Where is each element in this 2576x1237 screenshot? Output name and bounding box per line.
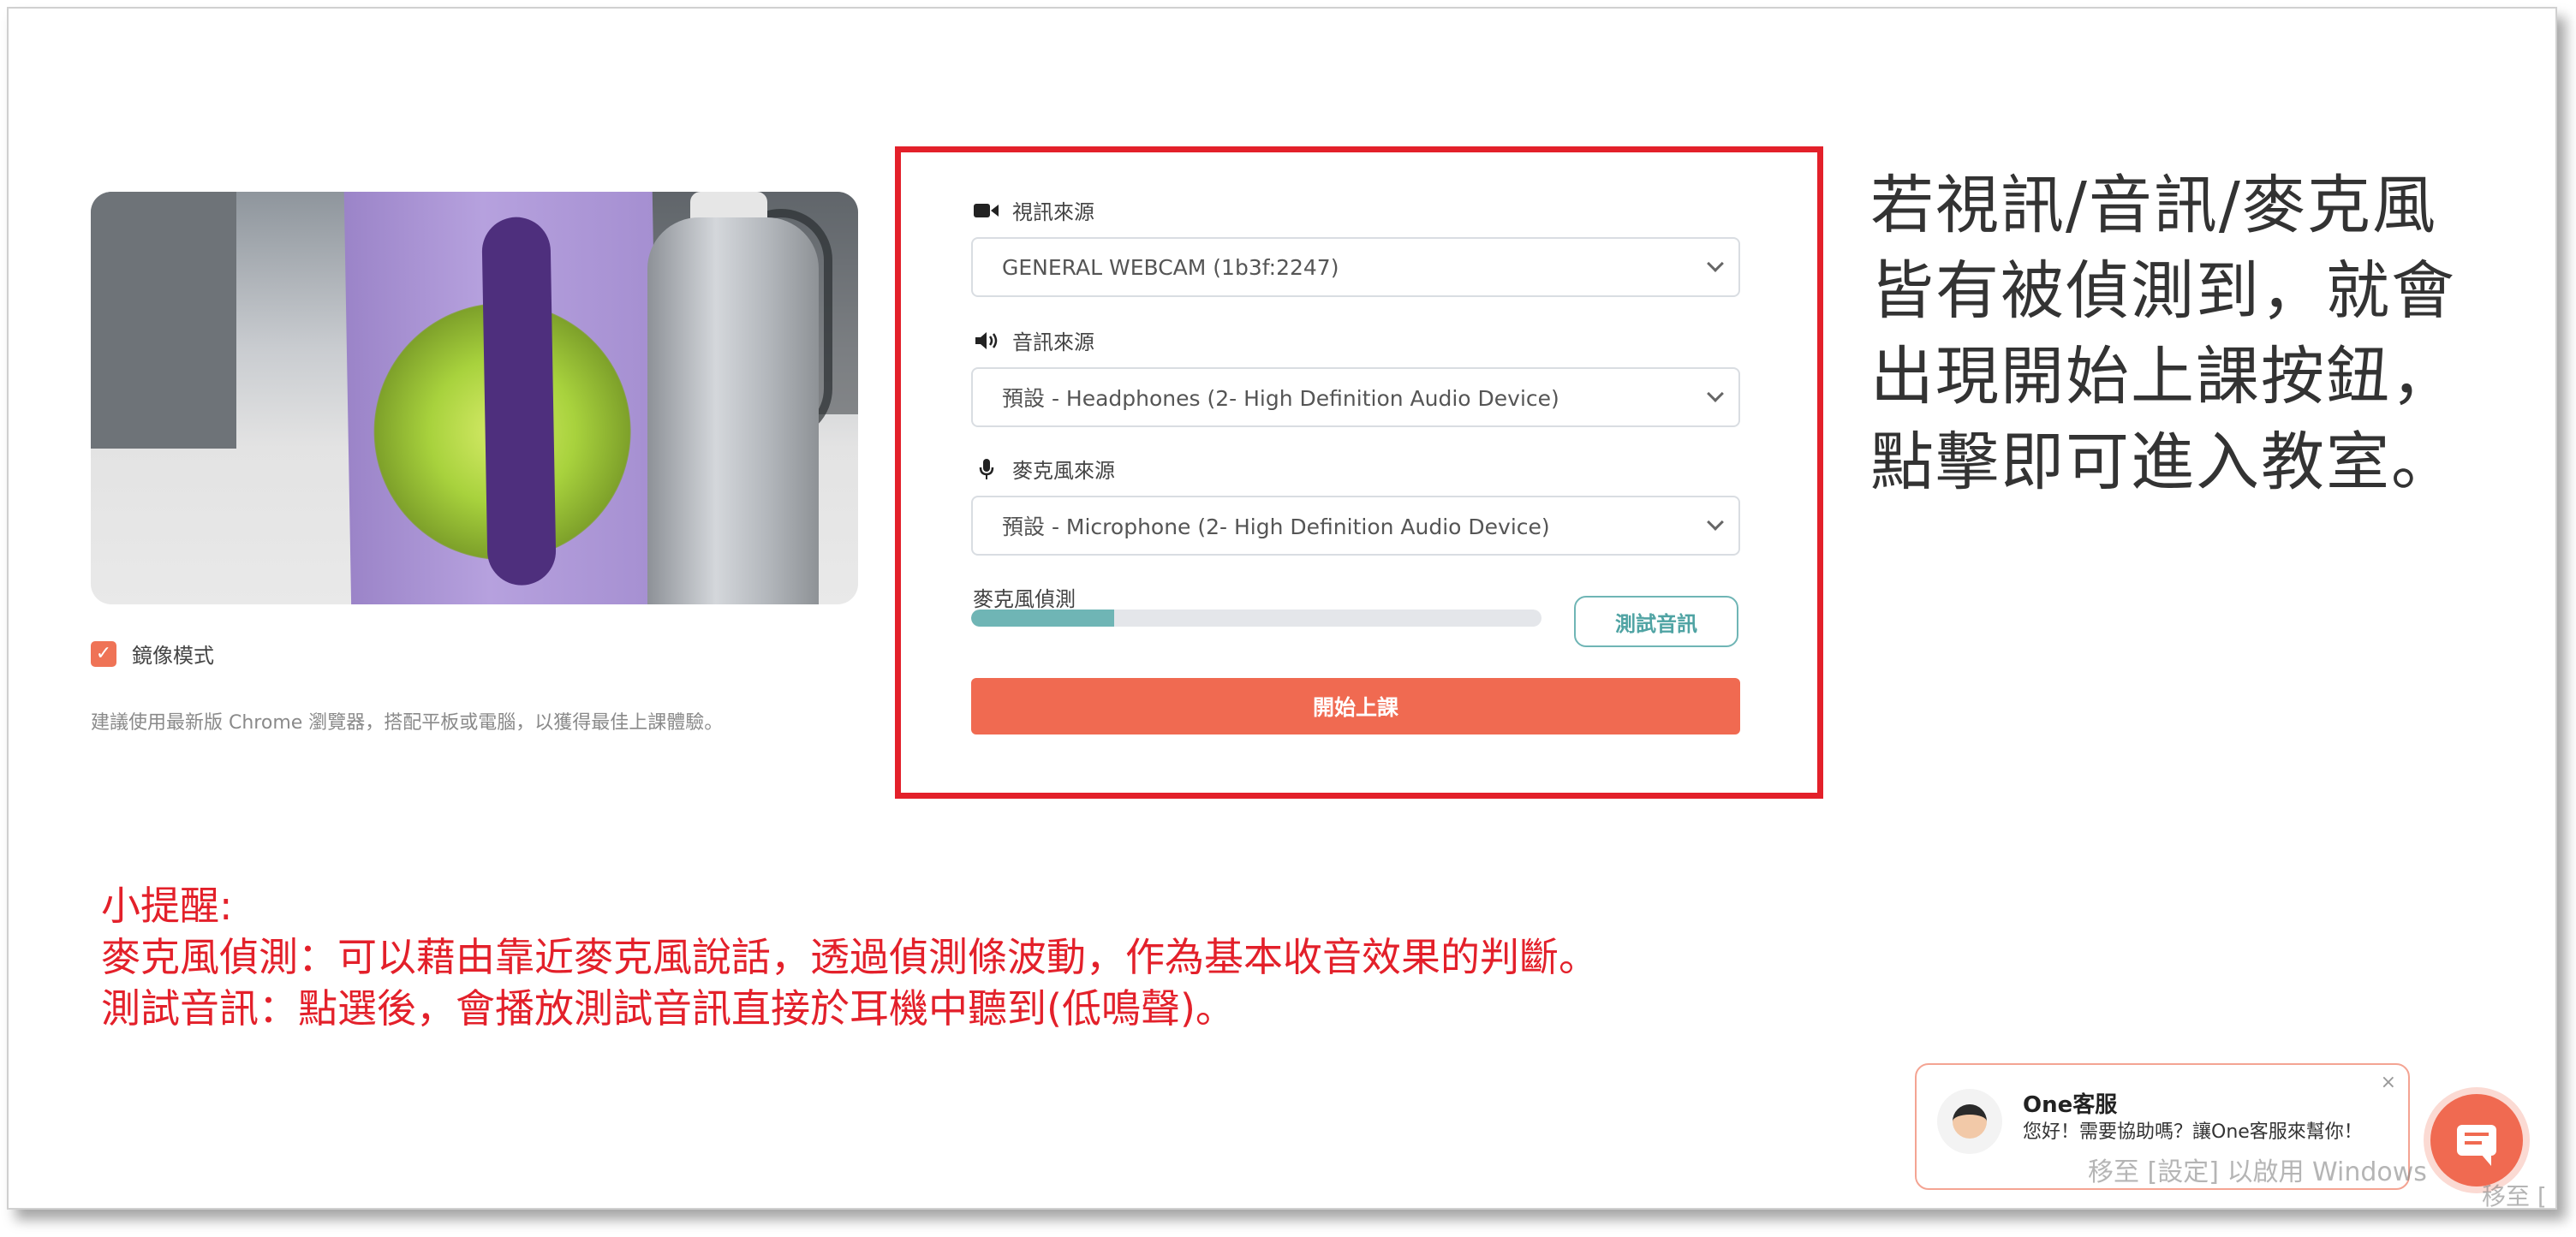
tips-line: 測試音訊：點選後，會播放測試音訊直接於耳機中聽到(低鳴聲)。 (101, 985, 1235, 1032)
chat-title: One客服 (2023, 1092, 2118, 1118)
mic-level-fill (971, 610, 1114, 627)
annotation-line: 出現開始上課按鈕， (1870, 340, 2456, 413)
mic-source-select[interactable]: 預設 - Microphone (2- High Definition Audi… (971, 496, 1740, 556)
audio-source-label: 音訊來源 (973, 325, 1094, 355)
chat-bubble-icon (2457, 1125, 2496, 1166)
browser-hint: 建議使用最新版 Chrome 瀏覽器，搭配平板或電腦，以獲得最佳上課體驗。 (91, 712, 724, 734)
annotation-text: 若視訊/音訊/麥克風 皆有被偵測到，就會 出現開始上課按鈕， 點擊即可進入教室。 (1870, 163, 2538, 505)
chevron-down-icon (1707, 255, 1724, 272)
mic-source-value: 預設 - Microphone (2- High Definition Audi… (1002, 514, 1550, 539)
audio-source-value: 預設 - Headphones (2- High Definition Audi… (1002, 386, 1559, 411)
tips-line: 麥克風偵測：可以藉由靠近麥克風說話，透過偵測條波動，作為基本收音效果的判斷。 (101, 934, 1598, 980)
video-source-label: 視訊來源 (973, 195, 1094, 225)
chevron-down-icon (1707, 514, 1724, 531)
annotation-line: 皆有被偵測到，就會 (1870, 254, 2456, 328)
close-icon[interactable]: × (2381, 1072, 2396, 1093)
chat-launcher-button[interactable] (2430, 1094, 2523, 1186)
camera-preview (91, 192, 858, 604)
mic-source-label: 麥克風來源 (973, 454, 1115, 484)
speaker-icon (973, 331, 1000, 350)
windows-activation-watermark-fragment: 移至 [ (2482, 1182, 2547, 1210)
agent-avatar (1937, 1089, 2002, 1154)
video-camera-icon (973, 202, 1000, 219)
chat-message: 您好！需要協助嗎？讓One客服來幫你！ (2023, 1121, 2363, 1143)
mirror-mode-checkbox[interactable]: ✓ (91, 640, 116, 667)
windows-activation-watermark: 移至 [設定] 以啟用 Windows (2088, 1157, 2427, 1187)
video-source-select[interactable]: GENERAL WEBCAM (1b3f:2247) (971, 237, 1740, 297)
chevron-down-icon (1707, 385, 1724, 402)
annotation-line: 點擊即可進入教室。 (1870, 425, 2456, 499)
video-source-value: GENERAL WEBCAM (1b3f:2247) (1002, 254, 1339, 280)
test-audio-button[interactable]: 測試音訊 (1574, 596, 1738, 647)
mirror-mode-toggle[interactable]: ✓ 鏡像模式 (91, 639, 214, 669)
start-class-button[interactable]: 開始上課 (971, 678, 1740, 734)
annotation-line: 若視訊/音訊/麥克風 (1870, 169, 2437, 242)
microphone-icon (973, 458, 1000, 480)
audio-source-select[interactable]: 預設 - Headphones (2- High Definition Audi… (971, 367, 1740, 427)
tips-title: 小提醒: (101, 883, 233, 929)
mic-level-bar (971, 610, 1541, 627)
tips-notes: 小提醒: 麥克風偵測：可以藉由靠近麥克風說話，透過偵測條波動，作為基本收音效果的… (101, 880, 1598, 1034)
mirror-mode-label: 鏡像模式 (132, 644, 214, 668)
mic-level-label: 麥克風偵測 (973, 587, 1076, 611)
